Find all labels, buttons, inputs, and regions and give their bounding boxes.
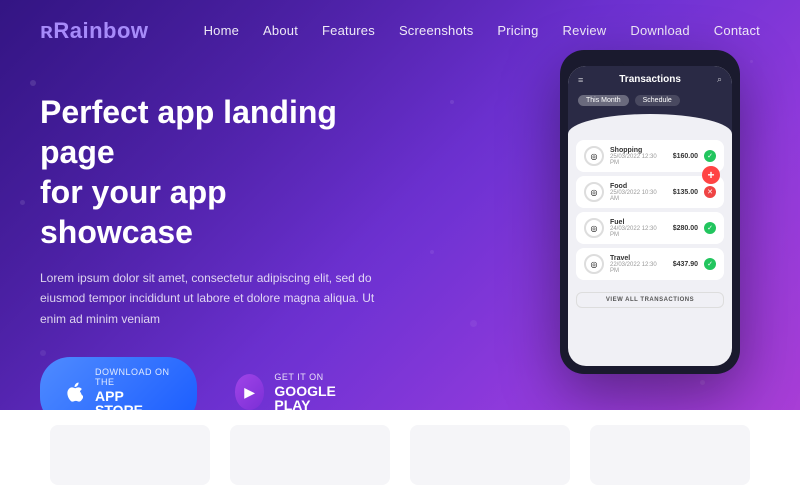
nav-link-review[interactable]: Review <box>563 23 607 38</box>
appstore-text-block: DOWNLOAD ON THE APP STORE <box>95 367 175 410</box>
food-icon: ◎ <box>584 182 604 202</box>
hero-title-line1: Perfect app landing page <box>40 94 337 170</box>
search-icon: ⌕ <box>717 74 722 85</box>
bottom-card-3 <box>410 425 570 485</box>
tx-date-shopping: 25/03/2022 12:30 PM <box>610 154 667 166</box>
appstore-button[interactable]: DOWNLOAD ON THE APP STORE <box>40 357 197 410</box>
phone-mockup: ≡ Transactions ⌕ This Month Schedule + <box>560 50 740 374</box>
tx-name-food: Food <box>610 183 667 190</box>
tx-date-food: 25/03/2022 10:30 AM <box>610 190 667 202</box>
tx-info-shopping: Shopping 25/03/2022 12:30 PM <box>610 147 667 166</box>
fuel-icon: ◎ <box>584 218 604 238</box>
phone-screen: ≡ Transactions ⌕ This Month Schedule + <box>568 66 732 366</box>
wave-fab-container: + <box>568 114 732 134</box>
logo-text: Rainbow <box>53 18 148 43</box>
nav-link-pricing[interactable]: Pricing <box>497 23 538 38</box>
tx-name-shopping: Shopping <box>610 147 667 154</box>
table-row: ◎ Travel 22/03/2022 12:30 PM $437.90 ✓ <box>576 248 724 280</box>
hero-title: Perfect app landing page for your app sh… <box>40 92 380 252</box>
nav-link-features[interactable]: Features <box>322 23 375 38</box>
tx-name-fuel: Fuel <box>610 219 667 226</box>
hero-content: Perfect app landing page for your app sh… <box>0 62 420 410</box>
app-header: ≡ Transactions ⌕ <box>568 66 732 91</box>
nav-item-review[interactable]: Review <box>563 22 607 40</box>
tx-amount-food: $135.00 <box>673 189 698 196</box>
hero-section: ʀRainbow Home About Features Screenshots… <box>0 0 800 410</box>
filter-this-month[interactable]: This Month <box>578 95 629 106</box>
nav-link-screenshots[interactable]: Screenshots <box>399 23 473 38</box>
table-row: ◎ Food 25/03/2022 10:30 AM $135.00 ✕ <box>576 176 724 208</box>
logo: ʀRainbow <box>40 18 149 44</box>
bottom-card-1 <box>50 425 210 485</box>
logo-icon: ʀ <box>40 18 53 43</box>
tx-status-food: ✕ <box>704 186 716 198</box>
googleplay-button[interactable]: ▶ GET IT ON GOOGLE PLAY <box>213 362 380 410</box>
googleplay-sublabel: GET IT ON <box>274 372 358 382</box>
nav-item-download[interactable]: Download <box>630 22 689 40</box>
tx-amount-fuel: $280.00 <box>673 225 698 232</box>
nav-item-pricing[interactable]: Pricing <box>497 22 538 40</box>
cta-button-group: DOWNLOAD ON THE APP STORE ▶ GET IT ON GO… <box>40 357 380 410</box>
nav-links: Home About Features Screenshots Pricing … <box>204 22 760 40</box>
view-all-button[interactable]: VIEW ALL TRANSACTIONS <box>576 292 724 308</box>
tx-info-food: Food 25/03/2022 10:30 AM <box>610 183 667 202</box>
googleplay-text-block: GET IT ON GOOGLE PLAY <box>274 372 358 410</box>
hero-title-line2: for your app showcase <box>40 174 227 250</box>
tx-info-fuel: Fuel 24/03/2022 12:30 PM <box>610 219 667 238</box>
app-header-title: Transactions <box>619 74 681 85</box>
play-icon: ▶ <box>235 374 265 410</box>
appstore-sublabel: DOWNLOAD ON THE <box>95 367 175 387</box>
filter-schedule[interactable]: Schedule <box>635 95 680 106</box>
nav-item-features[interactable]: Features <box>322 22 375 40</box>
apple-icon <box>62 378 85 406</box>
tx-status-fuel: ✓ <box>704 222 716 234</box>
nav-item-screenshots[interactable]: Screenshots <box>399 22 473 40</box>
appstore-label: APP STORE <box>95 389 175 410</box>
nav-item-home[interactable]: Home <box>204 22 239 40</box>
tx-date-travel: 22/03/2022 12:30 PM <box>610 262 667 274</box>
bottom-section <box>0 410 800 500</box>
table-row: ◎ Fuel 24/03/2022 12:30 PM $280.00 ✓ <box>576 212 724 244</box>
travel-icon: ◎ <box>584 254 604 274</box>
tx-amount-travel: $437.90 <box>673 261 698 268</box>
tx-info-travel: Travel 22/03/2022 12:30 PM <box>610 255 667 274</box>
hamburger-icon: ≡ <box>578 75 583 85</box>
app-filter-bar: This Month Schedule <box>568 91 732 114</box>
tx-name-travel: Travel <box>610 255 667 262</box>
tx-date-fuel: 24/03/2022 12:30 PM <box>610 226 667 238</box>
nav-link-about[interactable]: About <box>263 23 298 38</box>
nav-item-about[interactable]: About <box>263 22 298 40</box>
phone-notch <box>620 58 680 66</box>
tx-amount-shopping: $160.00 <box>673 153 698 160</box>
tx-status-travel: ✓ <box>704 258 716 270</box>
googleplay-label: GOOGLE PLAY <box>274 384 358 410</box>
shopping-icon: ◎ <box>584 146 604 166</box>
fab-button[interactable]: + <box>702 166 720 184</box>
phone-outer: ≡ Transactions ⌕ This Month Schedule + <box>560 50 740 374</box>
nav-link-download[interactable]: Download <box>630 23 689 38</box>
nav-link-home[interactable]: Home <box>204 23 239 38</box>
bottom-card-2 <box>230 425 390 485</box>
table-row: ◎ Shopping 25/03/2022 12:30 PM $160.00 ✓ <box>576 140 724 172</box>
hero-subtitle: Lorem ipsum dolor sit amet, consectetur … <box>40 268 380 329</box>
bottom-card-4 <box>590 425 750 485</box>
tx-status-shopping: ✓ <box>704 150 716 162</box>
transaction-list: ◎ Shopping 25/03/2022 12:30 PM $160.00 ✓… <box>568 134 732 290</box>
cloud-wave <box>568 114 732 134</box>
nav-link-contact[interactable]: Contact <box>714 23 760 38</box>
nav-item-contact[interactable]: Contact <box>714 22 760 40</box>
